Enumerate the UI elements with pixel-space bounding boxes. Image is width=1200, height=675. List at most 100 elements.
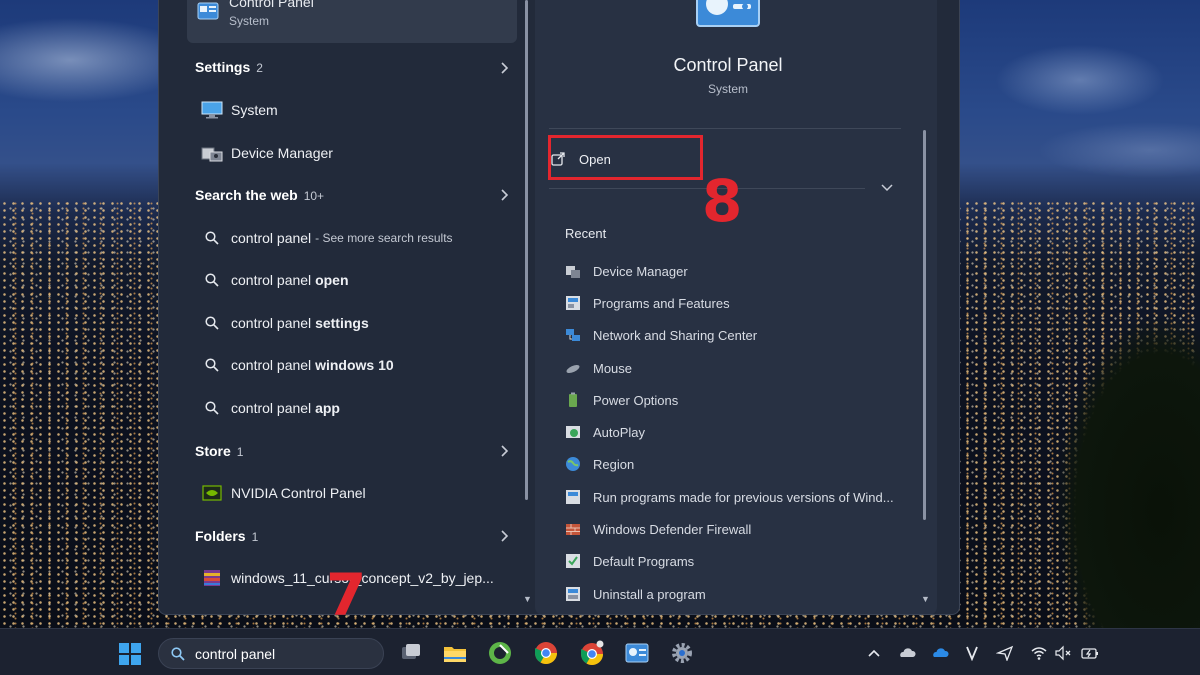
recent-label: Device Manager: [593, 263, 688, 279]
recent-mouse[interactable]: Mouse: [565, 358, 895, 378]
navigation-icon[interactable]: [996, 645, 1014, 661]
recent-heading: Recent: [565, 226, 607, 241]
result-device-manager[interactable]: Device Manager: [201, 141, 333, 165]
battery-charging-icon[interactable]: [1081, 645, 1099, 661]
web-result-5-query: control panel: [231, 400, 316, 416]
section-store[interactable]: Store 1: [195, 443, 243, 459]
highlight-open-box: [548, 135, 703, 180]
default-programs-icon: [566, 554, 580, 568]
vivaldi-icon[interactable]: [963, 645, 981, 661]
result-device-manager-label: Device Manager: [231, 145, 333, 161]
control-panel-icon: [197, 2, 219, 20]
step-number-eight: 8: [702, 167, 743, 235]
battery-icon: [569, 392, 577, 407]
app-title: Control Panel: [673, 55, 783, 75]
monitor-icon: [201, 100, 223, 120]
recent-label: Power Options: [593, 392, 679, 408]
web-result-4[interactable]: control panel windows 10: [201, 353, 394, 377]
chevron-right-icon[interactable]: [499, 61, 509, 75]
control-panel-icon[interactable]: [624, 640, 650, 666]
web-result-4-bold: windows 10: [315, 357, 394, 373]
result-system-label: System: [231, 102, 278, 118]
divider: [549, 128, 901, 129]
chevron-right-icon[interactable]: [499, 529, 509, 543]
recent-firewall[interactable]: Windows Defender Firewall: [565, 519, 895, 539]
search-input[interactable]: [195, 645, 365, 663]
chevron-right-icon[interactable]: [499, 444, 509, 458]
nvidia-icon: [201, 483, 223, 503]
web-result-1[interactable]: control panel - See more search results: [201, 226, 453, 250]
greenshot-icon[interactable]: [487, 640, 513, 666]
top-result-title: Control Panel: [229, 0, 314, 10]
taskbar: [0, 628, 1200, 675]
details-pane: Control Panel System Open Recent Device …: [535, 0, 937, 614]
chevron-down-icon[interactable]: [881, 184, 893, 192]
web-result-5[interactable]: control panel app: [201, 396, 340, 420]
section-folders-label: Folders: [195, 528, 246, 544]
section-folders[interactable]: Folders 1: [195, 528, 258, 544]
onedrive-blue-icon[interactable]: [931, 645, 949, 661]
recent-autoplay[interactable]: AutoPlay: [565, 422, 895, 442]
settings-gear-icon[interactable]: [669, 640, 695, 666]
file-explorer-icon[interactable]: [442, 640, 468, 666]
scroll-down-arrow-icon[interactable]: ▼: [523, 594, 532, 604]
web-result-5-bold: app: [315, 400, 340, 416]
device-manager-icon: [201, 143, 223, 163]
recent-label: Network and Sharing Center: [593, 327, 758, 343]
search-icon: [201, 270, 223, 290]
taskbar-search[interactable]: [158, 638, 384, 669]
recent-power-options[interactable]: Power Options: [565, 390, 895, 410]
recent-label: Mouse: [593, 360, 633, 376]
mouse-icon: [566, 364, 580, 374]
chrome-icon[interactable]: [533, 640, 559, 666]
result-system[interactable]: System: [201, 98, 278, 122]
result-nvidia-label: NVIDIA Control Panel: [231, 485, 366, 501]
windows-start-icon[interactable]: [119, 643, 141, 665]
scroll-down-arrow-icon[interactable]: ▼: [921, 594, 930, 604]
recent-programs-features[interactable]: Programs and Features: [565, 293, 895, 313]
chevron-up-icon[interactable]: [865, 645, 883, 661]
control-panel-large-icon: [696, 0, 760, 27]
recent-run-programs[interactable]: Run programs made for previous versions …: [565, 487, 895, 507]
recent-label: Windows Defender Firewall: [593, 521, 752, 537]
search-icon: [201, 398, 223, 418]
section-folders-count: 1: [251, 530, 259, 544]
section-search-web[interactable]: Search the web 10+: [195, 187, 324, 203]
app-category: System: [707, 82, 748, 96]
section-store-label: Store: [195, 443, 231, 459]
chevron-right-icon[interactable]: [499, 188, 509, 202]
recent-network-sharing[interactable]: Network and Sharing Center: [565, 325, 895, 345]
search-results-panel: Control Panel System Settings 2 System De…: [158, 0, 960, 615]
section-web-label: Search the web: [195, 187, 298, 203]
recent-default-programs[interactable]: Default Programs: [565, 551, 895, 571]
recent-region[interactable]: Region: [565, 454, 895, 474]
speaker-muted-icon[interactable]: [1054, 645, 1072, 661]
chrome-profile-icon[interactable]: [579, 640, 605, 666]
web-result-2-bold: open: [315, 272, 349, 288]
recent-label: Uninstall a program: [593, 586, 706, 602]
search-icon: [201, 313, 223, 333]
search-icon: [201, 355, 223, 375]
web-result-3[interactable]: control panel settings: [201, 311, 369, 335]
wifi-icon[interactable]: [1030, 645, 1048, 661]
best-match-control-panel[interactable]: Control Panel System: [187, 0, 517, 43]
recent-uninstall[interactable]: Uninstall a program: [565, 584, 895, 604]
section-settings[interactable]: Settings 2: [195, 59, 263, 75]
programs-features-icon: [566, 296, 580, 310]
section-store-count: 1: [236, 445, 244, 459]
web-result-2[interactable]: control panel open: [201, 268, 349, 292]
task-view-icon[interactable]: [398, 640, 424, 666]
winrar-archive-icon: [201, 568, 223, 588]
web-result-1-query: control panel: [231, 230, 312, 246]
firewall-icon: [566, 524, 580, 535]
recent-label: Region: [593, 456, 635, 472]
recent-device-manager[interactable]: Device Manager: [565, 261, 895, 281]
onedrive-gray-icon[interactable]: [898, 645, 916, 661]
details-scrollbar[interactable]: [923, 130, 926, 520]
recent-label: AutoPlay: [593, 424, 646, 440]
result-nvidia-control-panel[interactable]: NVIDIA Control Panel: [201, 481, 366, 505]
web-result-4-query: control panel: [231, 357, 316, 373]
results-scrollbar[interactable]: [525, 0, 528, 500]
section-settings-label: Settings: [195, 59, 251, 75]
search-icon: [201, 228, 223, 248]
